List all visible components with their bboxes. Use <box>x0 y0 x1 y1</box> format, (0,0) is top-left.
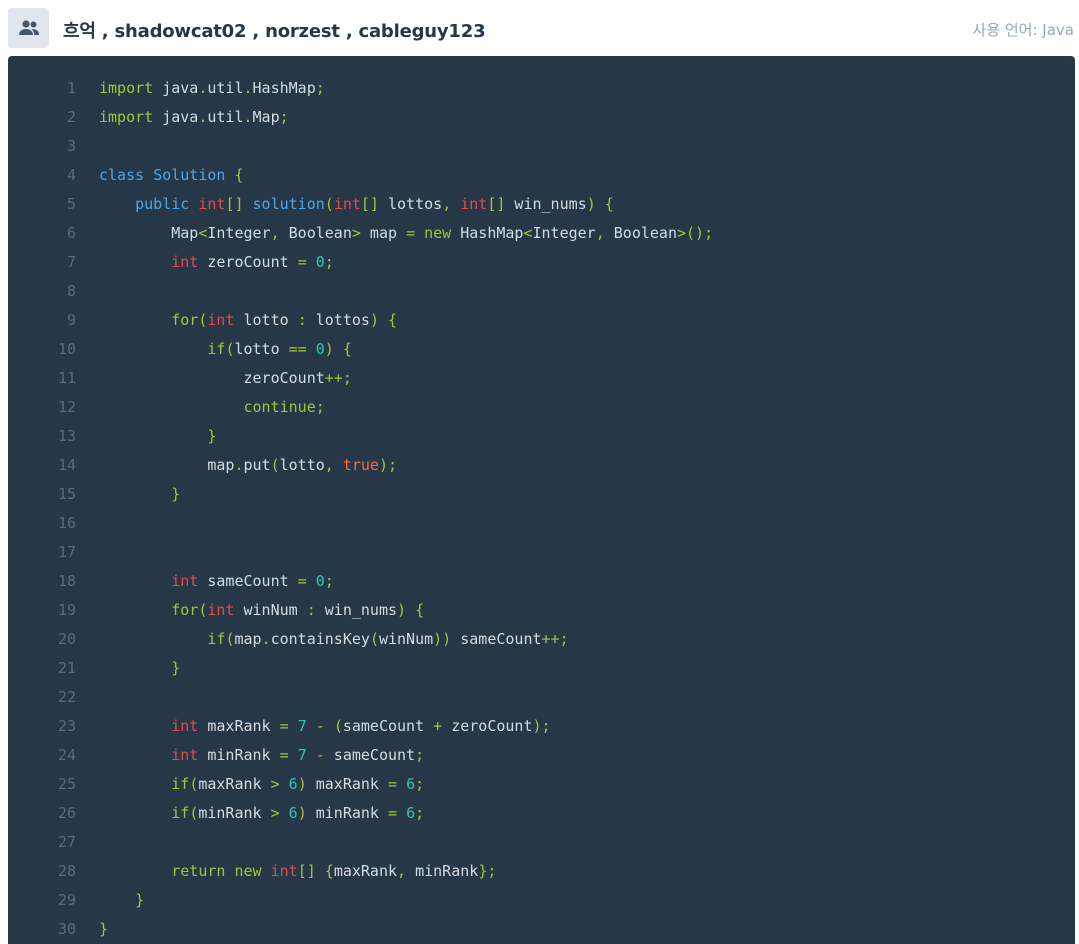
code-line: 2 import java.util.Map; <box>8 103 1075 132</box>
code-text: } <box>99 920 109 938</box>
code-line: 24 int minRank = 7 - sameCount; <box>8 741 1075 770</box>
line-number: 15 <box>57 485 76 503</box>
code-line: 28 return new int[] {maxRank, minRank}; <box>8 857 1075 886</box>
code-text: } <box>135 891 145 909</box>
line-number: 16 <box>57 514 76 532</box>
line-number: 18 <box>57 572 76 590</box>
line-number: 13 <box>57 427 76 445</box>
line-number: 12 <box>57 398 76 416</box>
code-line: 11 zeroCount++; <box>8 364 1075 393</box>
code-line: 22 <box>8 683 1075 712</box>
line-number: 23 <box>57 717 76 735</box>
line-number: 28 <box>57 862 76 880</box>
code-text: import java.util.Map; <box>99 108 289 126</box>
code-line: 16 <box>8 509 1075 538</box>
code-line: 5 public int[] solution(int[] lottos, in… <box>8 190 1075 219</box>
code-line: 21 } <box>8 654 1075 683</box>
authors: 흐억 , shadowcat02 , norzest , cableguy123 <box>63 21 486 42</box>
code-line: 23 int maxRank = 7 - (sameCount + zeroCo… <box>8 712 1075 741</box>
line-number: 9 <box>66 311 76 329</box>
line-number: 8 <box>66 282 76 300</box>
line-number: 25 <box>57 775 76 793</box>
code-line: 10 if(lotto == 0) { <box>8 335 1075 364</box>
code-line: 3 <box>8 132 1075 161</box>
code-line: 30} <box>8 915 1075 944</box>
code-line: 1 import java.util.HashMap; <box>8 74 1075 103</box>
code-text: for(int lotto : lottos) { <box>171 311 398 329</box>
line-number: 30 <box>57 920 76 938</box>
code-text: zeroCount++; <box>99 369 352 387</box>
code-line: 27 <box>8 828 1075 857</box>
line-number: 19 <box>57 601 76 619</box>
code-viewer: 1 import java.util.HashMap; 2 import java.u… <box>8 56 1075 944</box>
line-number: 11 <box>57 369 76 387</box>
code-text: public int[] solution(int[] lottos, int[… <box>135 195 614 213</box>
code-text: map.put(lotto, true); <box>99 456 398 474</box>
code-line: 12 continue; <box>8 393 1075 422</box>
code-text: int minRank = 7 - sameCount; <box>171 746 425 764</box>
line-number: 14 <box>57 456 76 474</box>
line-number: 26 <box>57 804 76 822</box>
code-text: if(maxRank > 6) maxRank = 6; <box>171 775 425 793</box>
code-text: } <box>207 427 217 445</box>
line-number: 22 <box>57 688 76 706</box>
code-line: 8 <box>8 277 1075 306</box>
code-line: 6 Map<Integer, Boolean> map = new HashMa… <box>8 219 1075 248</box>
code-text: if(lotto == 0) { <box>207 340 352 358</box>
code-text: } <box>171 485 181 503</box>
line-number: 6 <box>66 224 76 242</box>
code-line: 7 int zeroCount = 0; <box>8 248 1075 277</box>
line-number: 1 <box>66 79 76 97</box>
code-line: 18 int sameCount = 0; <box>8 567 1075 596</box>
line-number: 10 <box>57 340 76 358</box>
code-line: 14 map.put(lotto, true); <box>8 451 1075 480</box>
code-text: for(int winNum : win_nums) { <box>171 601 425 619</box>
code-text: Map<Integer, Boolean> map = new HashMap<… <box>99 224 714 242</box>
code-line: 4 class Solution { <box>8 161 1075 190</box>
language-label: 사용 언어: Java <box>972 21 1074 39</box>
line-number: 17 <box>57 543 76 561</box>
code-text: class Solution { <box>99 166 244 184</box>
code-line: 25 if(maxRank > 6) maxRank = 6; <box>8 770 1075 799</box>
line-number: 24 <box>57 746 76 764</box>
code-line: 9 for(int lotto : lottos) { <box>8 306 1075 335</box>
line-number: 29 <box>57 891 76 909</box>
line-number: 21 <box>57 659 76 677</box>
code-line: 29 } <box>8 886 1075 915</box>
group-icon <box>8 8 49 48</box>
code-line: 20 if(map.containsKey(winNum)) sameCount… <box>8 625 1075 654</box>
line-number: 2 <box>66 108 76 126</box>
line-number: 3 <box>66 137 76 155</box>
code-text: if(minRank > 6) minRank = 6; <box>171 804 425 822</box>
code-text: continue; <box>243 398 325 416</box>
code-line: 26 if(minRank > 6) minRank = 6; <box>8 799 1075 828</box>
line-number: 20 <box>57 630 76 648</box>
code-line: 17 <box>8 538 1075 567</box>
code-text: } <box>171 659 181 677</box>
code-text: int sameCount = 0; <box>171 572 334 590</box>
line-number: 5 <box>66 195 76 213</box>
code-text: return new int[] {maxRank, minRank}; <box>171 862 497 880</box>
line-number: 7 <box>66 253 76 271</box>
code-text: int maxRank = 7 - (sameCount + zeroCount… <box>171 717 551 735</box>
line-number: 27 <box>57 833 76 851</box>
code-line: 13 } <box>8 422 1075 451</box>
submission-header: 흐억 , shadowcat02 , norzest , cableguy123… <box>0 0 1079 56</box>
code-line: 19 for(int winNum : win_nums) { <box>8 596 1075 625</box>
code-text: import java.util.HashMap; <box>99 79 325 97</box>
line-number: 4 <box>66 166 76 184</box>
code-text: int zeroCount = 0; <box>171 253 334 271</box>
code-text: if(map.containsKey(winNum)) sameCount++; <box>207 630 569 648</box>
code-line: 15 } <box>8 480 1075 509</box>
